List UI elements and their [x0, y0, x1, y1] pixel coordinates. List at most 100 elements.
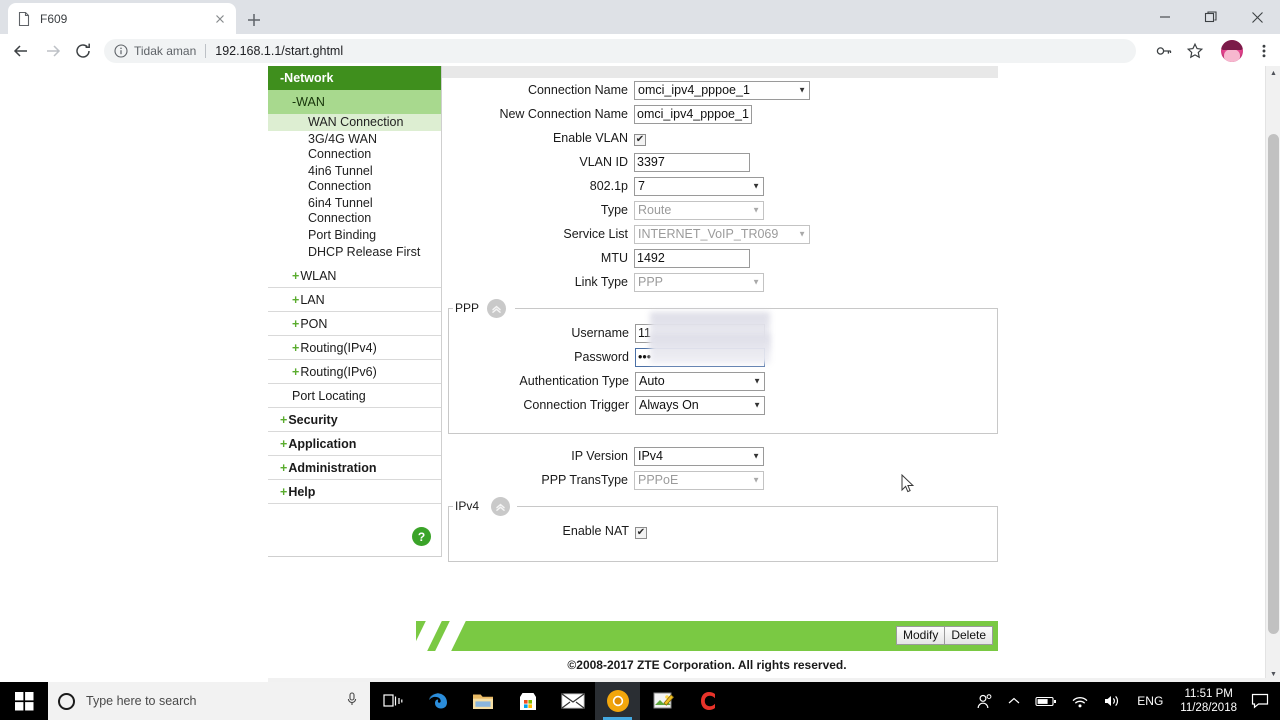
- sidebar-item-network[interactable]: -Network: [268, 66, 441, 90]
- address-bar[interactable]: Tidak aman 192.168.1.1/start.ghtml: [104, 39, 1136, 63]
- key-icon[interactable]: [1152, 39, 1176, 63]
- sidebar-item-3g4g-wan-connection[interactable]: 3G/4G WAN Connection: [268, 131, 441, 163]
- sidebar-item-label: -WAN: [292, 95, 325, 109]
- wifi-icon[interactable]: [1064, 682, 1096, 720]
- sidebar-item-wlan[interactable]: + WLAN: [268, 264, 441, 288]
- sidebar-item-lan[interactable]: + LAN: [268, 288, 441, 312]
- restore-icon[interactable]: [1188, 0, 1234, 34]
- sidebar-item-pon[interactable]: + PON: [268, 312, 441, 336]
- microphone-icon[interactable]: [344, 691, 360, 712]
- forward-button[interactable]: [40, 38, 66, 64]
- authentication-type-select[interactable]: Auto ▼: [635, 371, 765, 391]
- ipv4-section-legend: IPv4: [453, 499, 482, 513]
- back-button[interactable]: [8, 38, 34, 64]
- enable-vlan-checkbox[interactable]: ✔: [634, 134, 646, 146]
- chevron-double-up-icon[interactable]: [487, 299, 506, 318]
- delete-button[interactable]: Delete: [944, 626, 993, 645]
- field-label: Link Type: [574, 275, 628, 289]
- sidebar-item-port-locating[interactable]: Port Locating: [268, 384, 441, 408]
- language-indicator[interactable]: ENG: [1128, 694, 1172, 708]
- sidebar-item-6in4-tunnel-connection[interactable]: 6in4 Tunnel Connection: [268, 195, 441, 227]
- sidebar-nav: -Network -WAN WAN Connection 3G/4G WAN C…: [268, 66, 442, 557]
- avatar: [1221, 40, 1243, 62]
- field-vlan-id: VLAN ID: [448, 150, 998, 174]
- ipv4-section: IPv4 Enable NAT ✔: [448, 497, 998, 562]
- field-label: Connection Name: [527, 83, 628, 97]
- ppp-section: PPP Username Password: [448, 299, 998, 434]
- sidebar-item-routing-ipv6[interactable]: + Routing(IPv6): [268, 360, 441, 384]
- sidebar-item-routing-ipv4[interactable]: + Routing(IPv4): [268, 336, 441, 360]
- sidebar-item-dhcp-release-first[interactable]: DHCP Release First: [268, 244, 441, 264]
- notification-icon[interactable]: [1245, 682, 1280, 720]
- field-label: VLAN ID: [579, 155, 628, 169]
- select-value: INTERNET_VoIP_TR069: [634, 224, 810, 244]
- sidebar-item-wan-connection[interactable]: WAN Connection: [268, 114, 441, 131]
- sidebar-item-administration[interactable]: + Administration: [268, 456, 441, 480]
- plus-icon: +: [292, 340, 300, 355]
- microsoft-store-icon[interactable]: [505, 682, 550, 720]
- vertical-scrollbar[interactable]: ▲ ▼: [1265, 66, 1280, 682]
- new-tab-button[interactable]: [242, 8, 266, 32]
- edge-icon[interactable]: [415, 682, 460, 720]
- select-value: 7: [634, 176, 764, 196]
- minimize-icon[interactable]: [1142, 0, 1188, 34]
- sidebar-item-wan[interactable]: -WAN: [268, 90, 441, 114]
- field-label: Authentication Type: [519, 374, 629, 388]
- new-connection-name-input[interactable]: [634, 104, 752, 124]
- profile-avatar[interactable]: [1219, 38, 1245, 64]
- mail-icon[interactable]: [550, 682, 595, 720]
- vlan-id-input[interactable]: [634, 152, 750, 172]
- volume-icon[interactable]: [1096, 682, 1128, 720]
- connection-name-select[interactable]: omci_ipv4_pppoe_1 ▼: [634, 80, 810, 100]
- sidebar-item-help[interactable]: + Help: [268, 480, 441, 504]
- task-view-icon[interactable]: [370, 682, 415, 720]
- sidebar-item-4in6-tunnel-connection[interactable]: 4in6 Tunnel Connection: [268, 163, 441, 195]
- chevron-double-up-icon[interactable]: [491, 497, 510, 516]
- sidebar-item-security[interactable]: + Security: [268, 408, 441, 432]
- select-value: PPPoE: [634, 470, 764, 490]
- three-dot-menu-icon[interactable]: [1252, 39, 1276, 63]
- select-value: omci_ipv4_pppoe_1: [634, 80, 810, 100]
- chevron-up-icon[interactable]: [1000, 682, 1028, 720]
- field-connection-name: Connection Name omci_ipv4_pppoe_1 ▼: [448, 78, 998, 102]
- password-input[interactable]: [635, 347, 765, 367]
- close-icon[interactable]: [1234, 0, 1280, 34]
- people-icon[interactable]: [969, 682, 1000, 720]
- field-ppp-transtype: PPP TransType PPPoE ▼: [448, 468, 998, 492]
- scrollbar-thumb[interactable]: [1268, 134, 1279, 634]
- star-icon[interactable]: [1183, 39, 1207, 63]
- enable-nat-checkbox[interactable]: ✔: [635, 527, 647, 539]
- chrome-canary-icon[interactable]: [595, 682, 640, 720]
- clock-date: 11/28/2018: [1180, 702, 1237, 714]
- battery-icon[interactable]: [1028, 682, 1064, 720]
- scroll-up-arrow-icon[interactable]: ▲: [1266, 66, 1280, 81]
- username-input[interactable]: [635, 323, 765, 343]
- ppp-section-legend: PPP: [453, 301, 482, 315]
- connection-trigger-select[interactable]: Always On ▼: [635, 395, 765, 415]
- 8021p-select[interactable]: 7 ▼: [634, 176, 764, 196]
- help-icon[interactable]: ?: [412, 527, 431, 546]
- file-explorer-icon[interactable]: [460, 682, 505, 720]
- modify-button[interactable]: Modify: [895, 626, 946, 645]
- photo-editor-icon[interactable]: [640, 682, 685, 720]
- windows-logo-icon[interactable]: [0, 682, 48, 720]
- clock[interactable]: 11:51 PM 11/28/2018: [1172, 687, 1245, 715]
- sidebar-item-port-binding[interactable]: Port Binding: [268, 227, 441, 244]
- info-circle-icon[interactable]: [114, 44, 128, 58]
- plus-icon: +: [280, 412, 288, 427]
- sidebar-item-label: WAN Connection: [308, 115, 404, 129]
- sidebar-item-application[interactable]: + Application: [268, 432, 441, 456]
- ip-version-select[interactable]: IPv4 ▼: [634, 446, 764, 466]
- camtasia-icon[interactable]: [685, 682, 730, 720]
- search-input[interactable]: Type here to search: [48, 682, 370, 720]
- reload-button[interactable]: [70, 38, 96, 64]
- close-icon[interactable]: [212, 11, 228, 27]
- url-text: 192.168.1.1/start.ghtml: [215, 44, 344, 58]
- field-authentication-type: Authentication Type Auto ▼: [449, 369, 997, 393]
- plus-icon: +: [292, 316, 300, 331]
- browser-tab[interactable]: F609: [8, 3, 236, 34]
- select-value: Always On: [635, 395, 765, 415]
- copyright-text: ©2008-2017 ZTE Corporation. All rights r…: [567, 658, 847, 672]
- sidebar-item-label: 6in4 Tunnel Connection: [308, 196, 373, 225]
- mtu-input[interactable]: [634, 248, 750, 268]
